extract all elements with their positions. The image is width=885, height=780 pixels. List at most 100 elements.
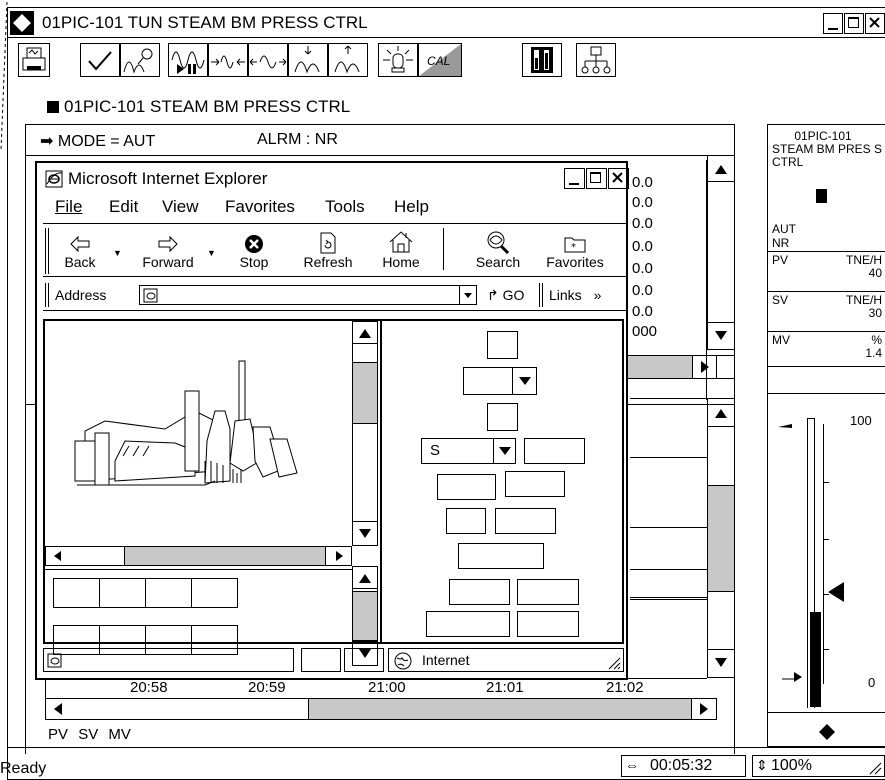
table-cell[interactable] (99, 578, 146, 608)
scroll-left-arrow-icon[interactable] (46, 699, 72, 719)
table-cell[interactable] (145, 578, 192, 608)
zoom-value: 100% (771, 757, 812, 774)
trend-pause-button[interactable] (168, 43, 208, 77)
faceplate-mode: AUT (772, 222, 796, 236)
trend-vshrink-button[interactable] (288, 43, 328, 77)
menu-edit[interactable]: Edit (109, 197, 138, 217)
scroll-track[interactable] (708, 182, 734, 322)
app-diamond-icon[interactable] (10, 11, 34, 35)
lower-vertical-scrollbar[interactable] (707, 398, 735, 678)
form-field[interactable] (495, 508, 556, 534)
bottom-horizontal-scrollbar[interactable] (45, 698, 717, 720)
form-field[interactable] (524, 438, 585, 464)
trend-expand-button[interactable] (248, 43, 288, 77)
trend-value-2: 0.0 (632, 194, 653, 211)
table-cell[interactable] (191, 578, 238, 608)
forward-dropdown-icon[interactable]: ▼ (207, 248, 216, 258)
scroll-thumb[interactable] (308, 699, 692, 719)
scroll-thumb[interactable] (708, 485, 734, 592)
stop-button[interactable]: Stop (229, 230, 279, 270)
dropdown-arrow-button[interactable] (493, 439, 515, 463)
form-select[interactable]: S (421, 438, 516, 464)
tuning-search-button[interactable] (120, 43, 160, 77)
menu-view[interactable]: View (162, 197, 199, 217)
menu-favorites[interactable]: Favorites (225, 197, 295, 217)
toolbar-grip (45, 228, 49, 274)
menu-help[interactable]: Help (394, 197, 429, 217)
mv-low-pointer-icon (782, 672, 804, 682)
favorites-button[interactable]: * Favorites (537, 230, 613, 270)
time-arrows-icon: ⇔ (625, 757, 639, 773)
trend-shrink-button[interactable] (208, 43, 248, 77)
upper-horizontal-thumb[interactable] (625, 355, 693, 379)
scroll-up-arrow-icon[interactable] (353, 322, 377, 344)
scroll-right-arrow-icon[interactable] (692, 699, 716, 719)
faceplate-row-mv: MV % 1.4 (768, 331, 885, 367)
home-button[interactable]: Home (373, 230, 429, 270)
maximize-button[interactable] (844, 13, 864, 34)
form-field[interactable] (487, 403, 518, 431)
faceplate-button[interactable] (522, 43, 562, 77)
trend-vexpand-button[interactable] (328, 43, 368, 77)
scroll-up-arrow-icon[interactable] (708, 156, 734, 182)
upper-scroll-right-button[interactable] (692, 355, 717, 379)
scroll-thumb[interactable] (353, 591, 377, 641)
scroll-down-arrow-icon[interactable] (708, 649, 734, 677)
resize-grip-icon[interactable] (607, 656, 621, 670)
upper-vertical-scrollbar[interactable] (707, 155, 735, 350)
menu-tools[interactable]: Tools (325, 197, 365, 217)
table-cell[interactable] (53, 578, 100, 608)
sv-pointer-icon[interactable] (828, 582, 844, 602)
scroll-thumb[interactable] (353, 362, 377, 424)
forward-button[interactable]: Forward (133, 230, 203, 270)
left-frame-horizontal-scrollbar[interactable] (45, 546, 352, 566)
confirm-button[interactable] (80, 43, 120, 77)
form-field[interactable] (517, 611, 579, 637)
back-dropdown-icon[interactable]: ▼ (113, 248, 122, 258)
back-button[interactable]: Back (55, 230, 105, 270)
resize-grip-icon[interactable] (868, 761, 882, 775)
refresh-button[interactable]: Refresh (293, 230, 363, 270)
scroll-down-arrow-icon[interactable] (353, 521, 377, 545)
scroll-up-arrow-icon[interactable] (353, 567, 377, 589)
address-dropdown-button[interactable] (459, 285, 477, 305)
go-button[interactable]: ↱ GO (487, 287, 524, 304)
alarm-ack-button[interactable] (378, 43, 418, 77)
form-field[interactable] (505, 471, 565, 497)
links-button[interactable]: Links » (549, 287, 601, 303)
form-field[interactable] (517, 579, 579, 605)
calibration-button[interactable]: CAL (418, 43, 462, 77)
print-button[interactable] (18, 43, 50, 77)
scroll-down-arrow-icon[interactable] (708, 322, 734, 349)
form-dropdown[interactable] (463, 367, 537, 395)
ie-maximize-button[interactable] (586, 168, 607, 189)
search-button[interactable]: Search (463, 230, 533, 270)
ie-close-button[interactable] (608, 168, 629, 189)
form-field[interactable] (437, 474, 496, 500)
address-input[interactable] (139, 285, 477, 305)
pv-value: 40 (868, 266, 882, 280)
bargraph-high-pointer-icon (778, 424, 792, 428)
scroll-left-arrow-icon[interactable] (46, 547, 70, 565)
form-field[interactable] (446, 508, 486, 534)
scroll-thumb[interactable] (124, 547, 326, 565)
scroll-right-arrow-icon[interactable] (327, 547, 351, 565)
ie-minimize-button[interactable] (564, 168, 585, 189)
hierarchy-button[interactable] (576, 43, 616, 77)
go-label: GO (502, 287, 525, 303)
dropdown-arrow-button[interactable] (512, 368, 536, 394)
minimize-button[interactable] (823, 13, 843, 34)
left-frame-vertical-scrollbar[interactable] (352, 321, 378, 546)
scroll-up-arrow-icon[interactable] (708, 399, 734, 427)
faceplate-diamond-icon[interactable] (819, 724, 835, 740)
bargraph-tick (823, 649, 829, 650)
right-frame: S (384, 321, 622, 642)
close-button[interactable] (865, 13, 885, 34)
menu-help-label: Help (394, 197, 429, 216)
form-field[interactable] (449, 579, 510, 605)
menu-file[interactable]: File (55, 197, 82, 217)
form-field[interactable] (458, 543, 544, 569)
form-field[interactable] (426, 611, 510, 637)
time-label: 21:02 (606, 679, 644, 696)
form-field[interactable] (487, 331, 518, 359)
